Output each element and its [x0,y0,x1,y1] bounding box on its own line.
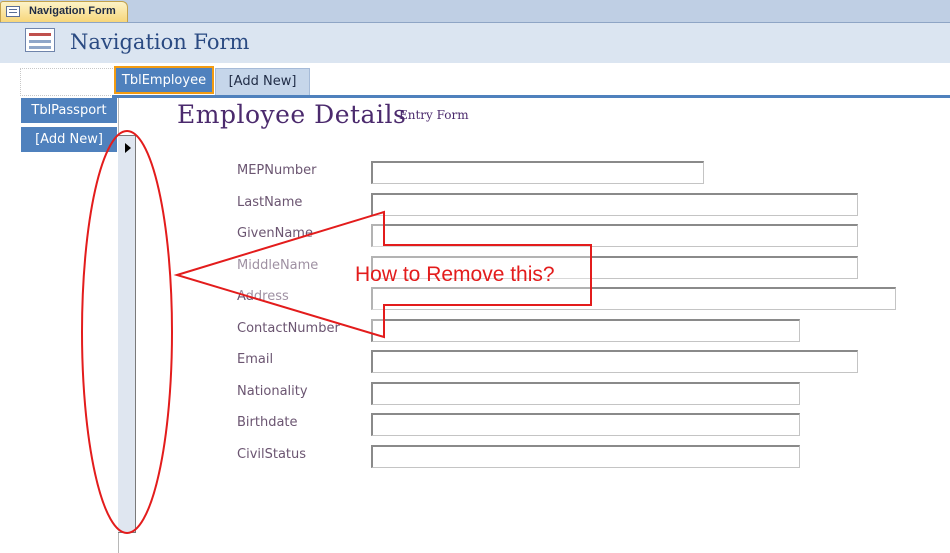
givenname-field[interactable] [371,224,858,247]
field-label-birthdate: Birthdate [237,415,298,430]
email-field[interactable] [371,350,858,373]
nationality-field[interactable] [371,382,800,405]
field-label-contactnumber: ContactNumber [237,321,340,336]
contactnumber-field[interactable] [371,319,800,342]
field-label-mepnumber: MEPNumber [237,163,317,178]
record-selector[interactable] [118,135,136,533]
annotation-text: How to Remove this? [355,263,555,286]
form-subheading: Entry Form [399,108,469,122]
birthdate-field[interactable] [371,413,800,436]
sidebar-item-tblpassport[interactable]: TblPassport [21,98,117,124]
lastname-field[interactable] [371,193,858,216]
document-tab-navigation-form[interactable]: Navigation Form [0,1,128,22]
form-icon [6,6,20,17]
field-label-civilstatus: CivilStatus [237,447,307,462]
form-header: Navigation Form [0,23,950,63]
tab-add-new[interactable]: [Add New] [215,68,310,95]
field-label-givenname: GivenName [237,226,313,241]
nav-empty-area [20,68,113,96]
mepnumber-field[interactable] [371,161,704,184]
document-tab-label: Navigation Form [29,5,116,17]
nav-tab-underline [112,95,950,98]
field-label-lastname: LastName [237,195,303,210]
page-title: Navigation Form [70,30,250,54]
document-tab-strip: Navigation Form [0,0,950,23]
sidebar-item-add-new[interactable]: [Add New] [21,127,117,153]
field-label-email: Email [237,352,274,367]
field-label-address: Address [237,289,289,304]
record-pointer-icon [125,143,131,153]
civilstatus-field[interactable] [371,445,800,468]
field-label-middlename: MiddleName [237,258,319,273]
address-field[interactable] [371,287,896,310]
form-heading: Employee Details [177,100,407,129]
tab-tblemployee[interactable]: TblEmployee [114,66,214,94]
form-icon [25,28,55,52]
field-label-nationality: Nationality [237,384,308,399]
